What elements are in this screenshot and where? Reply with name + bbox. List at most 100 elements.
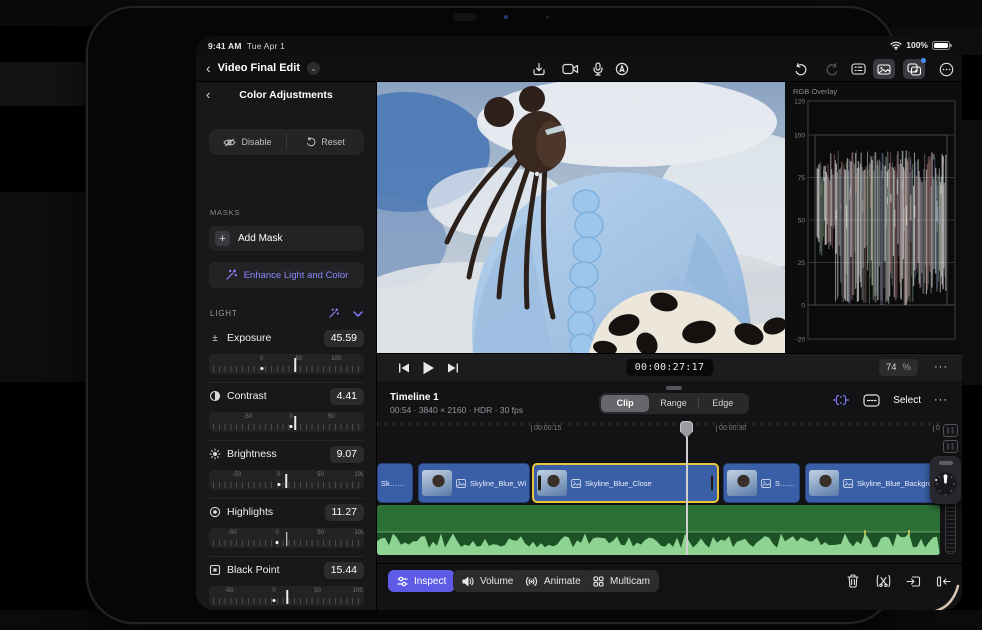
clip-height-button-large[interactable]	[943, 440, 958, 453]
status-time-date: 9:41 AM Tue Apr 1	[208, 41, 285, 51]
clip-thumbnail	[537, 470, 567, 496]
eye-slash-icon	[223, 138, 237, 147]
import-icon[interactable]	[528, 59, 550, 79]
slider-value[interactable]: 45.59	[323, 329, 364, 347]
slider-ruler[interactable]: -50 0 50 100	[209, 586, 364, 606]
viewer-zoom-control[interactable]: 74 %	[878, 359, 918, 376]
clip-height-button-small[interactable]	[943, 424, 958, 437]
trim-dial-panel[interactable]	[930, 456, 961, 504]
timeline-clip[interactable]: S……	[723, 463, 800, 503]
volume-button[interactable]: Volume	[453, 570, 523, 592]
audio-track[interactable]	[377, 505, 940, 555]
svg-text:-20: -20	[796, 337, 806, 344]
timeline-clip[interactable]: Skyline_Blue_Background	[805, 463, 940, 503]
divider	[209, 382, 364, 383]
status-time: 9:41 AM	[208, 41, 242, 51]
slider-ruler[interactable]: -50 0 50	[209, 412, 364, 432]
trim-handle-right[interactable]	[710, 475, 713, 491]
undo-icon[interactable]	[790, 59, 812, 79]
timeline-clip[interactable]: Sk……	[377, 463, 413, 503]
add-mask-button[interactable]: + Add Mask	[209, 226, 364, 251]
enhance-light-color-button[interactable]: Enhance Light and Color	[209, 262, 364, 288]
zoom-unit: %	[902, 362, 911, 373]
multicam-button[interactable]: Multicam	[584, 570, 660, 592]
highlights-icon	[209, 506, 221, 518]
slider-value[interactable]: 11.27	[324, 503, 364, 521]
video-preview[interactable]	[377, 82, 785, 353]
reset-button[interactable]: Reset	[287, 129, 364, 155]
auto-enhance-icon[interactable]	[328, 308, 339, 319]
divider	[209, 440, 364, 441]
inspect-button[interactable]: Inspect	[388, 570, 456, 592]
mode-edge[interactable]: Edge	[699, 395, 747, 412]
more-icon[interactable]	[935, 59, 957, 79]
slider-contrast[interactable]: Contrast 4.41 -50 0 50	[209, 386, 364, 436]
background-band	[0, 62, 94, 106]
reset-label: Reset	[321, 137, 345, 147]
plus-icon: +	[215, 231, 230, 246]
play-button[interactable]	[419, 360, 437, 376]
media-browser-icon[interactable]	[873, 59, 895, 79]
timeline-overview-icon[interactable]	[863, 393, 880, 407]
collapse-chevron-icon[interactable]	[353, 310, 363, 317]
value-cursor[interactable]	[294, 358, 296, 372]
annotate-icon[interactable]	[611, 59, 633, 79]
volume-label: Volume	[480, 575, 514, 587]
slider-exposure[interactable]: ± Exposure 45.59 0 50 100	[209, 328, 364, 378]
connected-clips-icon[interactable]	[832, 393, 850, 407]
mic-icon[interactable]	[587, 59, 609, 79]
disable-reset-group: Disable Reset	[209, 129, 364, 155]
value-cursor[interactable]	[286, 590, 289, 604]
slider-black-point[interactable]: Black Point 15.44 -50 0 50 100	[209, 560, 364, 610]
front-camera-lens	[504, 15, 508, 19]
slider-name: Exposure	[227, 332, 272, 344]
rgb-overlay-scope: RGB Overlay 120 100 75 50 25 0 -20	[785, 82, 962, 353]
effects-browser-icon[interactable]	[903, 58, 926, 79]
blade-cut-icon[interactable]	[874, 572, 892, 590]
scale-label: -50	[243, 414, 253, 420]
slider-brightness[interactable]: Brightness 9.07 -50 0 50 100	[209, 444, 364, 494]
mode-clip[interactable]: Clip	[601, 395, 650, 412]
back-chevron-icon[interactable]: ‹	[206, 61, 211, 75]
select-button[interactable]: Select	[893, 395, 921, 406]
value-cursor[interactable]	[285, 474, 288, 488]
skip-back-icon[interactable]	[395, 360, 413, 376]
trash-icon[interactable]	[844, 572, 862, 590]
inspector-panel-icon[interactable]	[847, 59, 869, 79]
timeline-resize-handle[interactable]	[666, 386, 682, 390]
slider-highlights[interactable]: Highlights 11.27 -50 0 50 100	[209, 502, 364, 552]
skip-forward-icon[interactable]	[444, 360, 462, 376]
camera-icon[interactable]	[559, 59, 581, 79]
scale-label: 50	[317, 530, 324, 536]
project-menu[interactable]: ‹ Video Final Edit ⌄	[206, 61, 320, 75]
slider-value[interactable]: 15.44	[323, 561, 364, 579]
mode-range[interactable]: Range	[649, 395, 697, 412]
timeline-ruler[interactable]: 00:00:15 00:00:30 00:00:45	[377, 422, 940, 436]
slider-ruler[interactable]: 0 50 100	[209, 354, 364, 374]
viewer-more-icon[interactable]: ···	[934, 361, 948, 373]
disable-label: Disable	[241, 137, 272, 147]
value-cursor[interactable]	[294, 416, 296, 430]
timeline-title: Timeline 1	[390, 392, 439, 403]
timeline-more-icon[interactable]: ···	[934, 394, 948, 406]
slider-ruler[interactable]: -50 0 50 100	[209, 470, 364, 490]
tick-marks	[213, 424, 360, 430]
brightness-icon	[209, 448, 221, 460]
slider-value[interactable]: 4.41	[329, 387, 364, 405]
dial-drag-handle[interactable]	[938, 461, 953, 465]
slider-ruler[interactable]: -50 0 50 100	[209, 528, 364, 548]
clip-label: S……	[775, 478, 796, 488]
value-cursor[interactable]	[286, 532, 288, 546]
disable-button[interactable]: Disable	[209, 129, 286, 155]
animate-button[interactable]: Animate	[516, 570, 590, 592]
timeline-clip[interactable]: Skyline_Blue_Wide	[418, 463, 530, 503]
insert-clip-icon[interactable]	[904, 572, 922, 590]
slider-value[interactable]: 9.07	[329, 445, 364, 463]
divider	[209, 556, 364, 557]
trim-handle-left[interactable]	[538, 475, 541, 491]
playhead-line[interactable]	[686, 436, 688, 555]
scale-label: 0	[272, 588, 276, 594]
chevron-down-icon[interactable]: ⌄	[306, 61, 320, 75]
timeline-clip[interactable]: Skyline_Blue_Close	[532, 463, 719, 503]
ipad-device-frame: 9:41 AM Tue Apr 1 100% ‹ Video Final Edit…	[88, 8, 962, 622]
